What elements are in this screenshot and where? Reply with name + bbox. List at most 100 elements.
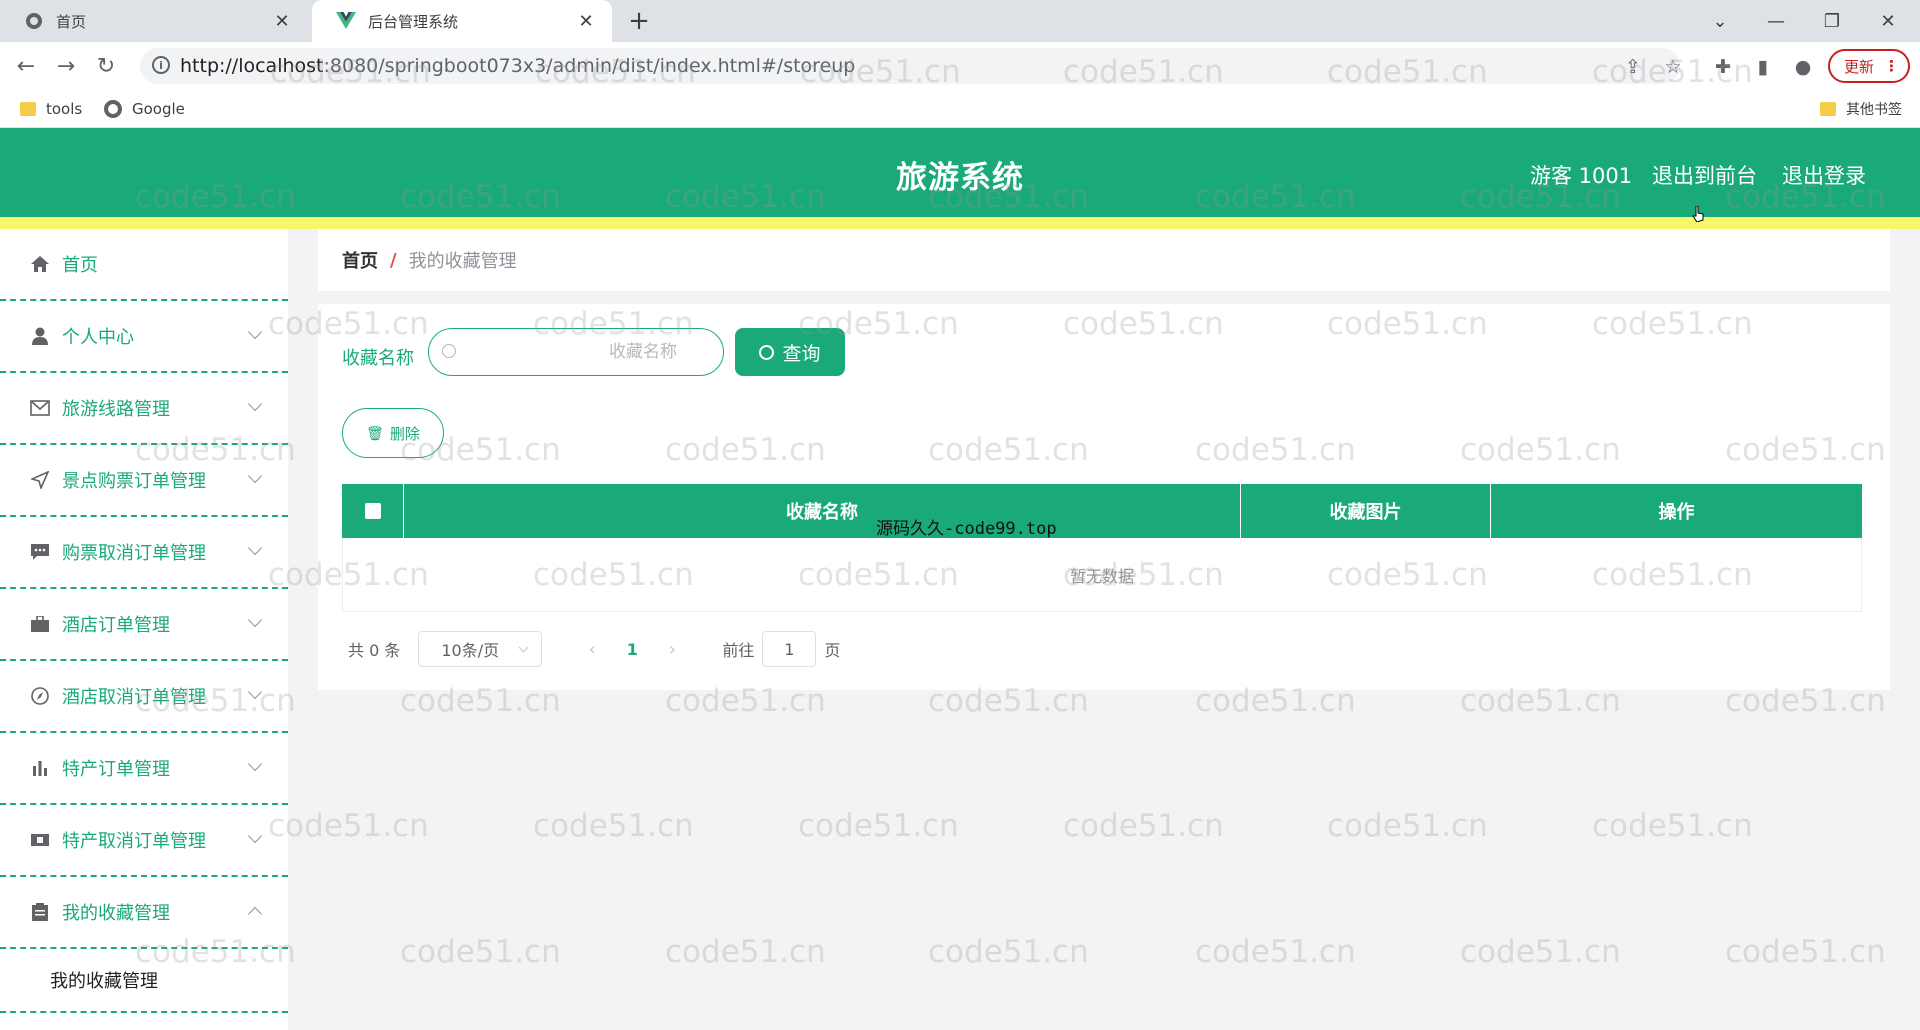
- logout-link[interactable]: 退出登录: [1782, 160, 1866, 190]
- update-button[interactable]: 更新 ⋮: [1828, 49, 1910, 83]
- bookmark-google[interactable]: Google: [104, 96, 185, 122]
- bookmark-tools[interactable]: tools: [20, 96, 82, 122]
- header-accent-strip: [0, 217, 1920, 229]
- vue-logo-icon: [336, 11, 356, 31]
- window-close-icon[interactable]: ✕: [1860, 0, 1916, 42]
- sidebar-item-personal[interactable]: 个人中心: [0, 301, 288, 373]
- share-icon[interactable]: ⇪: [1620, 54, 1646, 80]
- restore-icon[interactable]: ❐: [1804, 0, 1860, 42]
- minimize-icon[interactable]: —: [1748, 0, 1804, 42]
- watermark: code51.cn: [798, 808, 959, 844]
- watermark: code51.cn: [1327, 808, 1488, 844]
- bookmark-label: Google: [132, 100, 185, 118]
- search-label: 收藏名称: [342, 348, 414, 369]
- goto-page-input[interactable]: [762, 631, 817, 667]
- sidebar-item-hotel-cancel[interactable]: 酒店取消订单管理: [0, 661, 288, 733]
- page-number[interactable]: 1: [612, 640, 652, 659]
- close-icon[interactable]: ✕: [576, 11, 596, 32]
- briefcase-icon: [30, 614, 50, 634]
- chat-icon: [30, 542, 50, 562]
- browser-tab-home[interactable]: 首页 ✕: [0, 0, 308, 42]
- sidebar-item-label: 我的收藏管理: [62, 903, 170, 924]
- folder-icon: [1820, 102, 1836, 116]
- url-path: :8080/springboot073x3/admin/dist/index.h…: [323, 55, 856, 77]
- chevron-down-icon: [247, 396, 263, 412]
- star-icon[interactable]: ☆: [1660, 54, 1686, 80]
- extensions-icon[interactable]: ✚: [1710, 54, 1736, 80]
- sidebar-item-label: 首页: [62, 255, 98, 276]
- side-panel-icon[interactable]: ▮: [1750, 54, 1776, 80]
- sidebar-item-routes[interactable]: 旅游线路管理: [0, 373, 288, 445]
- film-icon: [30, 830, 50, 850]
- sidebar-item-label: 酒店订单管理: [62, 615, 170, 636]
- back-arrow-icon[interactable]: ←: [10, 50, 42, 82]
- chevron-down-icon: [247, 468, 263, 484]
- sidebar-subitem-label: 我的收藏管理: [50, 971, 158, 992]
- search-button[interactable]: 查询: [735, 328, 845, 376]
- app-header: 旅游系统 游客 1001 退出到前台 退出登录: [0, 128, 1920, 217]
- bookmark-label: tools: [46, 100, 83, 118]
- chevron-down-icon: [247, 684, 263, 700]
- sidebar-item-favorites[interactable]: 我的收藏管理: [0, 877, 288, 949]
- search-icon: [442, 344, 456, 358]
- watermark: code51.cn: [400, 934, 561, 970]
- sidebar-item-specialty-orders[interactable]: 特产订单管理: [0, 733, 288, 805]
- sidebar-item-ticket-orders[interactable]: 景点购票订单管理: [0, 445, 288, 517]
- forward-arrow-icon[interactable]: →: [50, 50, 82, 82]
- watermark: code51.cn: [1592, 808, 1753, 844]
- chevron-down-icon: [247, 756, 263, 772]
- sidebar-item-label: 旅游线路管理: [62, 399, 170, 420]
- breadcrumb-home[interactable]: 首页: [342, 247, 378, 273]
- chevron-down-icon[interactable]: ⌄: [1692, 0, 1748, 42]
- user-icon: [30, 326, 50, 346]
- current-user: 游客 1001: [1530, 164, 1633, 188]
- favorites-table: 收藏名称 收藏图片 操作 暂无数据: [342, 484, 1862, 612]
- reload-icon[interactable]: ↻: [90, 50, 122, 82]
- mail-icon: [30, 398, 50, 418]
- close-icon[interactable]: ✕: [272, 11, 292, 32]
- sidebar-item-ticket-cancel[interactable]: 购票取消订单管理: [0, 517, 288, 589]
- globe-icon: [104, 100, 122, 118]
- delete-button[interactable]: 🗑 删除: [342, 408, 444, 458]
- pagination-total: 共 0 条: [348, 641, 401, 660]
- info-icon[interactable]: i: [152, 56, 170, 74]
- watermark: code51.cn: [1725, 934, 1886, 970]
- bookmarks-bar: tools Google 其他书签: [0, 90, 1920, 128]
- watermark: code51.cn: [928, 934, 1089, 970]
- sidebar-item-label: 特产取消订单管理: [62, 831, 206, 852]
- navigation-icon: [30, 470, 50, 490]
- back-to-front-link[interactable]: 退出到前台: [1652, 160, 1757, 190]
- url-field[interactable]: i http://localhost:8080/springboot073x3/…: [140, 48, 1680, 84]
- address-bar: ← → ↻ i http://localhost:8080/springboot…: [0, 42, 1920, 90]
- sidebar-item-hotel-orders[interactable]: 酒店订单管理: [0, 589, 288, 661]
- checkbox-icon: [364, 503, 381, 519]
- compass-icon: [30, 686, 50, 706]
- sidebar-item-home[interactable]: 首页: [0, 229, 288, 301]
- browser-tab-admin[interactable]: 后台管理系统 ✕: [312, 0, 612, 42]
- page-size-select[interactable]: 10条/页: [418, 631, 543, 667]
- goto-label: 前往: [722, 641, 755, 660]
- watermark: code51.cn: [1460, 934, 1621, 970]
- profile-icon[interactable]: ●: [1790, 54, 1816, 80]
- bookmark-other[interactable]: 其他书签: [1820, 96, 1902, 122]
- overlay-watermark-text: 源码久久-code99.top: [876, 519, 1057, 539]
- browser-tab-title: 后台管理系统: [368, 12, 459, 31]
- prev-page-icon[interactable]: ‹: [572, 639, 612, 660]
- page-size-value: 10条/页: [441, 641, 500, 660]
- table-header: 收藏名称 收藏图片 操作: [342, 484, 1862, 538]
- new-tab-icon[interactable]: +: [624, 6, 654, 36]
- search-button-label: 查询: [782, 343, 821, 365]
- browser-tab-title: 首页: [56, 12, 87, 31]
- next-page-icon[interactable]: ›: [652, 639, 692, 660]
- watermark: code51.cn: [1195, 934, 1356, 970]
- update-label: 更新: [1844, 57, 1875, 76]
- select-all-checkbox[interactable]: [342, 484, 404, 538]
- sidebar-item-label: 特产订单管理: [62, 759, 170, 780]
- watermark: code51.cn: [1063, 808, 1224, 844]
- trash-icon: 🗑: [366, 424, 384, 441]
- search-input[interactable]: [428, 328, 724, 376]
- chevron-down-icon: [518, 642, 529, 653]
- watermark: code51.cn: [268, 808, 429, 844]
- sidebar-subitem-favorites[interactable]: 我的收藏管理: [0, 949, 288, 1013]
- sidebar-item-specialty-cancel[interactable]: 特产取消订单管理: [0, 805, 288, 877]
